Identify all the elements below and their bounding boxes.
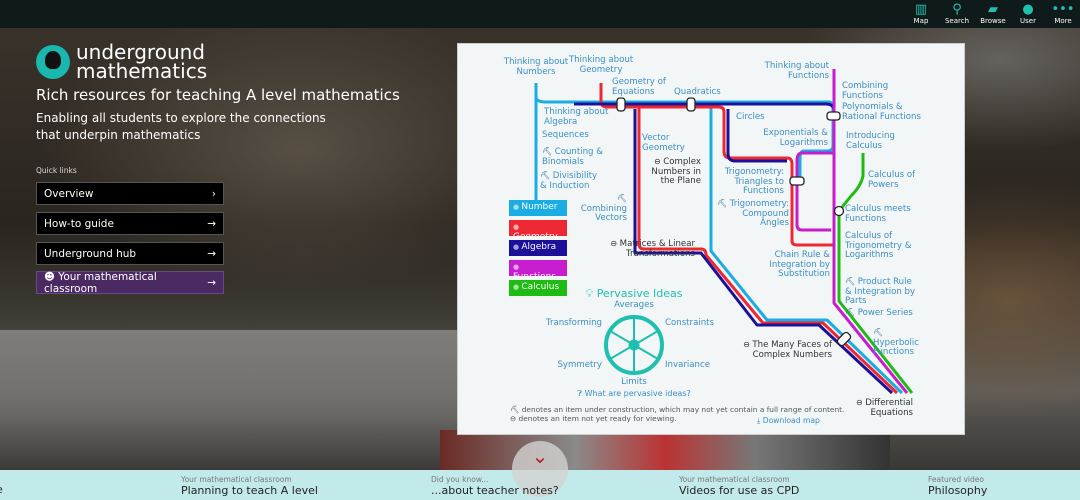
station-calculus-powers[interactable]: Calculus of Powers: [868, 170, 915, 190]
station-thinking-geometry[interactable]: Thinking about Geometry: [566, 55, 636, 75]
legend-geometry[interactable]: Geometry: [509, 220, 567, 242]
pervasive-transforming[interactable]: Transforming: [546, 318, 602, 329]
more-icon: •••: [1051, 2, 1075, 17]
pervasive-limits[interactable]: Limits: [594, 377, 674, 388]
nav-user[interactable]: ● User: [1010, 2, 1046, 25]
promo-0[interactable]: e: [0, 483, 3, 496]
pervasive-invariance[interactable]: Invariance: [665, 360, 710, 371]
pervasive-help-link[interactable]: ❓︎ What are pervasive ideas?: [564, 389, 704, 399]
station-combining-vectors[interactable]: ⛏ Combining Vectors: [581, 194, 627, 224]
footnote-construction: ⛏ denotes an item under construction, wh…: [510, 405, 845, 414]
station-circles[interactable]: Circles: [736, 112, 765, 123]
map-icon: ▥: [914, 2, 928, 17]
arrow-right-icon: →: [207, 217, 216, 230]
station-hyperbolic[interactable]: ⛏ Hyperbolic Functions: [873, 328, 919, 358]
station-thinking-functions[interactable]: Thinking about Functions: [765, 61, 829, 81]
interchange-polynomials: [826, 111, 841, 121]
station-trig-triangles[interactable]: Trigonometry: Triangles to Functions: [725, 167, 784, 197]
not-ready-icon: ⊖: [654, 157, 664, 166]
under-construction-icon: ⛏: [845, 308, 858, 317]
logo-mark-icon: [36, 45, 70, 79]
tube-map[interactable]: Thinking about Numbers Thinking about Ge…: [457, 43, 965, 435]
not-ready-icon: ⊖: [510, 414, 519, 423]
quick-link-underground-hub[interactable]: Underground hub →: [36, 242, 224, 265]
legend-calculus[interactable]: Calculus: [509, 280, 567, 296]
pervasive-averages[interactable]: Averages: [594, 300, 674, 311]
nav-browse[interactable]: ▰ Browse: [975, 2, 1011, 25]
station-combining-functions[interactable]: Combining Functions: [842, 81, 888, 101]
station-counting[interactable]: ⛏ Counting & Binomials: [542, 147, 603, 167]
nav-more[interactable]: ••• More: [1045, 2, 1080, 25]
pervasive-constraints[interactable]: Constraints: [665, 318, 714, 329]
station-calculus-functions[interactable]: Calculus meets Functions: [845, 204, 911, 224]
station-differential: ⊖ Differential Equations: [856, 398, 913, 418]
interchange-quadratics: [686, 97, 696, 112]
interchange-calculus-meets-functions: [833, 205, 845, 217]
folder-icon: ▰: [988, 2, 998, 17]
station-thinking-algebra[interactable]: Thinking about Algebra: [544, 107, 608, 127]
promo-teacher-notes[interactable]: Did you know... ...about teacher notes?: [431, 475, 559, 497]
station-quadratics[interactable]: Quadratics: [674, 87, 721, 98]
logo[interactable]: underground mathematics: [36, 42, 208, 83]
station-complex-plane: ⊖ Complex Numbers in the Plane: [651, 157, 701, 187]
station-matrices: ⊖ Matrices & Linear Transformations: [610, 239, 695, 259]
station-chain-rule[interactable]: Chain Rule & Integration by Substitution: [769, 250, 830, 280]
arrow-right-icon: →: [207, 247, 216, 260]
search-icon: ⚲: [952, 2, 962, 17]
station-many-faces: ⊖ The Many Faces of Complex Numbers: [743, 340, 832, 360]
under-construction-icon: ⛏: [717, 199, 730, 208]
under-construction-icon: ⛏: [542, 147, 555, 156]
station-polynomials[interactable]: Polynomials & Rational Functions: [842, 102, 921, 122]
interchange-geometry-equations: [616, 97, 626, 112]
station-introducing-calculus[interactable]: Introducing Calculus: [846, 131, 895, 151]
station-exponentials[interactable]: Exponentials & Logarithms: [763, 128, 828, 148]
station-trig-compound[interactable]: ⛏ Trigonometry: Compound Angles: [717, 199, 789, 229]
under-construction-icon: ⛏: [873, 328, 884, 337]
under-construction-icon: ⛏: [540, 171, 553, 180]
station-sequences[interactable]: Sequences: [542, 130, 589, 141]
footnote-not-ready: ⊖ denotes an item not yet ready for view…: [510, 414, 677, 423]
nav-map[interactable]: ▥ Map: [903, 2, 939, 25]
arrow-right-icon: →: [207, 276, 216, 289]
legend-number[interactable]: Number: [509, 200, 567, 216]
station-calculus-trig[interactable]: Calculus of Trigonometry & Logarithms: [845, 231, 911, 261]
interchange-trig-triangles: [789, 176, 805, 186]
under-construction-icon: ⛏: [616, 194, 627, 203]
background-train-front: [440, 430, 890, 470]
lightbulb-icon: 💡︎: [585, 287, 594, 300]
quick-link-overview[interactable]: Overview ›: [36, 182, 224, 205]
help-icon: ❓︎: [577, 389, 585, 398]
under-construction-icon: ⛏: [845, 277, 858, 286]
quick-link-how-to-guide[interactable]: How-to guide →: [36, 212, 224, 235]
pervasive-symmetry[interactable]: Symmetry: [557, 360, 602, 371]
classroom-icon: ☻: [44, 270, 59, 283]
subtitle: Enabling all students to explore the con…: [36, 111, 326, 142]
top-nav-bar: ▥ Map ⚲ Search ▰ Browse ● User ••• More: [0, 0, 1080, 28]
user-icon: ●: [1022, 2, 1034, 17]
chevron-right-icon: ›: [211, 187, 216, 200]
not-ready-icon: ⊖: [856, 398, 866, 407]
station-product-rule[interactable]: ⛏ Product Rule & Integration by Parts: [845, 277, 915, 307]
station-vector-geometry[interactable]: Vector Geometry: [642, 133, 685, 153]
station-geometry-equations[interactable]: Geometry of Equations: [612, 77, 666, 97]
promo-featured-video[interactable]: Featured video Philosophy: [928, 475, 987, 497]
pervasive-wheel-icon: [604, 315, 664, 375]
tagline: Rich resources for teaching A level math…: [36, 86, 400, 104]
promo-cpd-videos[interactable]: Your mathematical classroom Videos for us…: [679, 475, 799, 497]
station-divisibility[interactable]: ⛏ Divisibility & Induction: [540, 171, 597, 191]
pervasive-ideas-title[interactable]: 💡︎ Pervasive Ideas: [578, 287, 690, 301]
brand-line2: mathematics: [76, 59, 208, 83]
download-map-link[interactable]: ⤓ Download map: [757, 416, 820, 426]
under-construction-icon: ⛏: [510, 405, 522, 414]
station-power-series[interactable]: ⛏ Power Series: [845, 308, 913, 319]
promo-planning[interactable]: Your mathematical classroom Planning to t…: [181, 475, 318, 497]
quick-link-your-classroom[interactable]: ☻ Your mathematical classroom →: [36, 270, 224, 295]
legend-algebra[interactable]: Algebra: [509, 240, 567, 256]
quick-links-heading: Quick links: [36, 166, 77, 175]
not-ready-icon: ⊖: [610, 239, 620, 248]
legend-functions[interactable]: Functions: [509, 260, 567, 282]
station-thinking-numbers[interactable]: Thinking about Numbers: [501, 57, 571, 77]
nav-search[interactable]: ⚲ Search: [939, 2, 975, 25]
